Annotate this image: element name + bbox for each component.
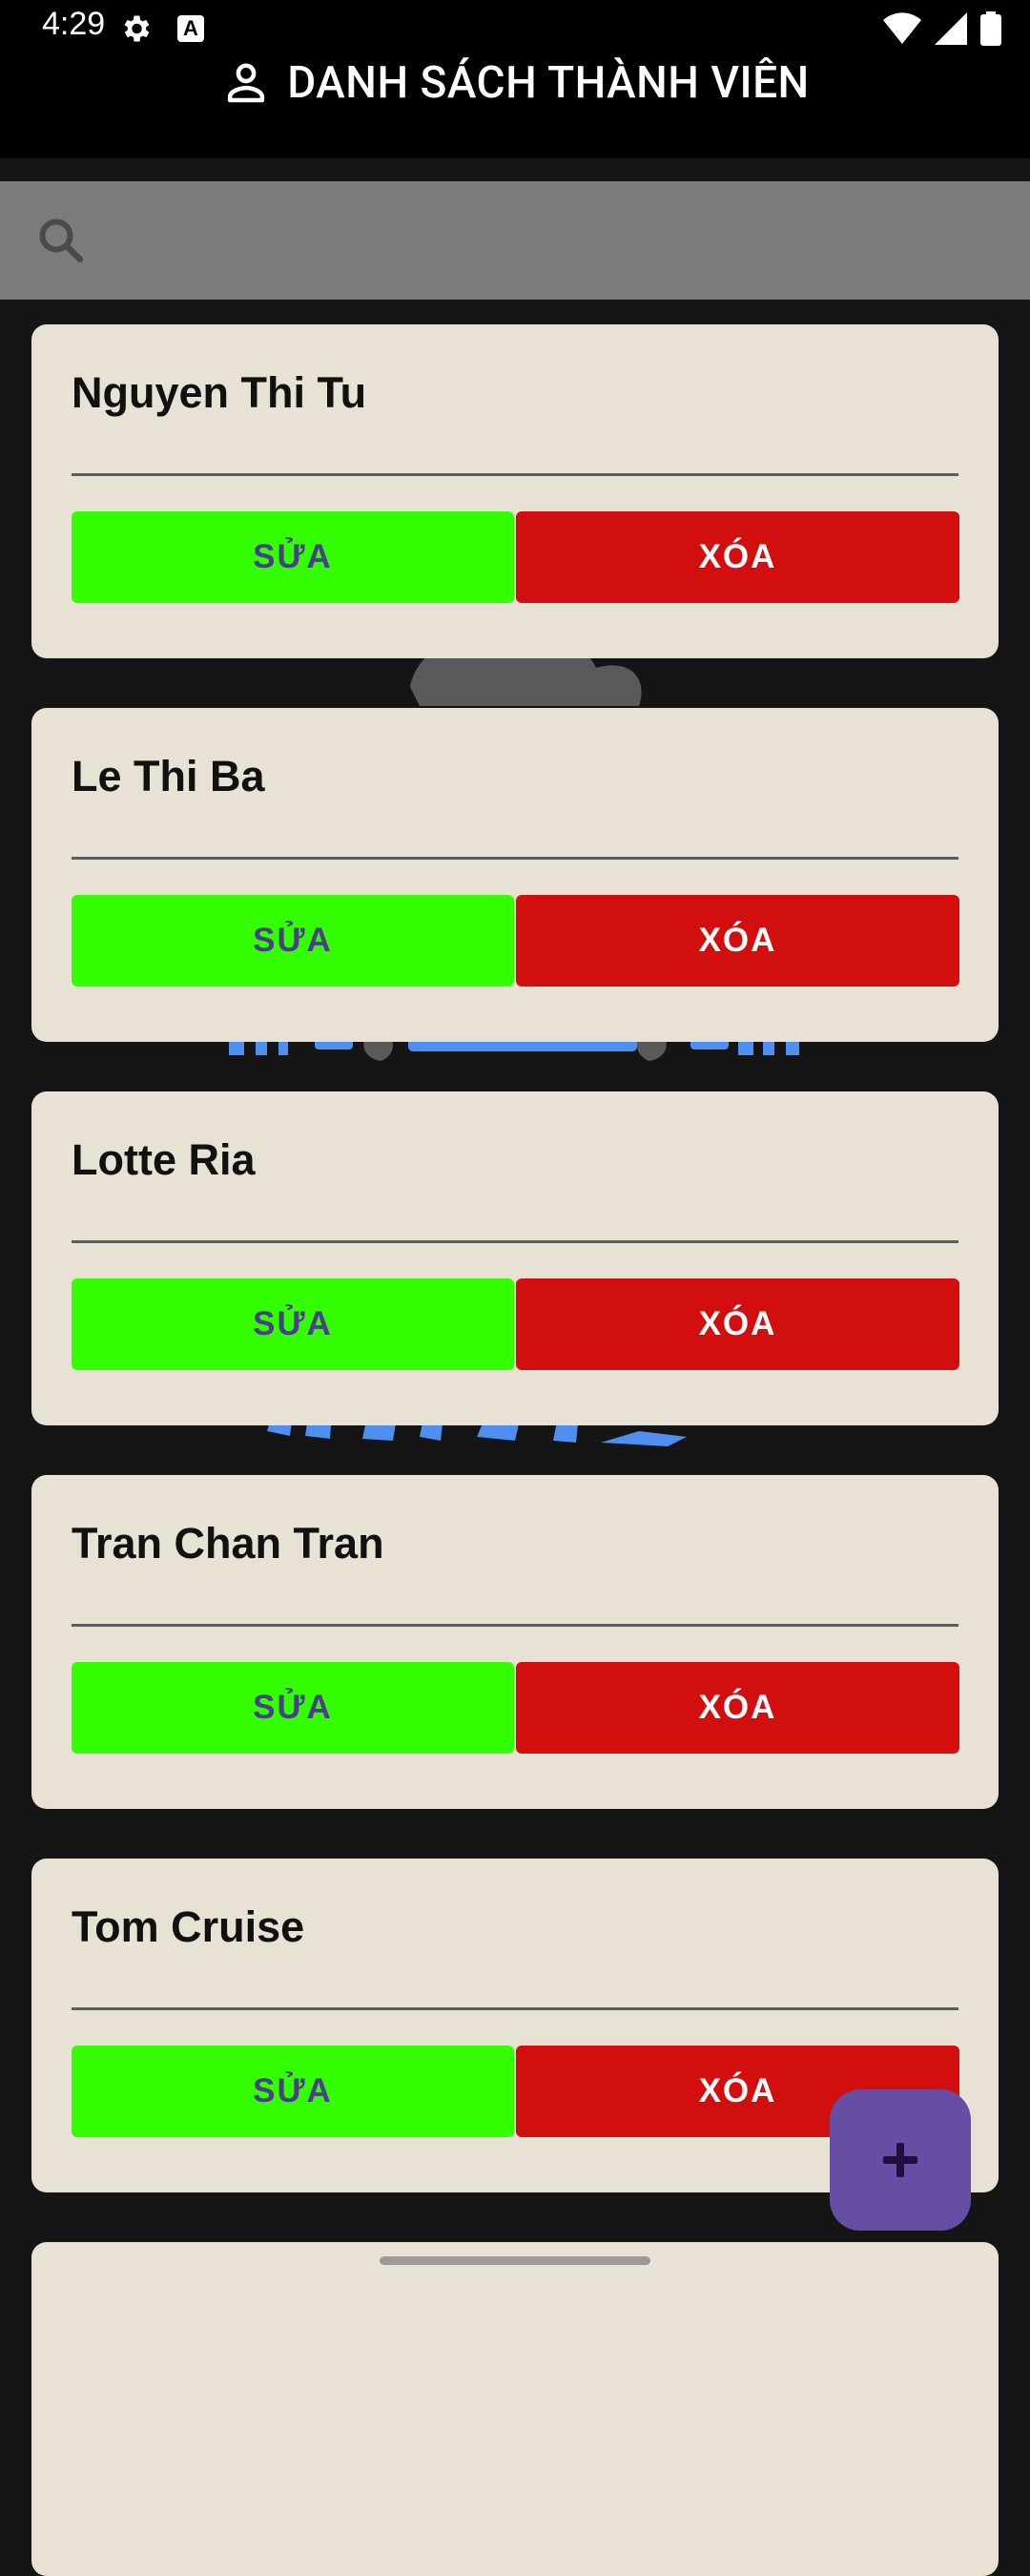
member-name: Le Thi Ba — [72, 752, 265, 800]
edit-button[interactable]: SỬA — [72, 2046, 514, 2137]
status-time: 4:29 — [42, 6, 106, 42]
status-icons — [883, 10, 1001, 48]
member-card: Lotte Ria SỬA XÓA — [31, 1091, 999, 1425]
divider — [72, 1240, 958, 1243]
edit-button[interactable]: SỬA — [72, 1278, 514, 1370]
wifi-icon — [883, 12, 921, 44]
battery-icon — [980, 11, 1001, 46]
divider — [72, 2007, 958, 2010]
keyboard-a-icon: A — [177, 15, 204, 42]
add-member-button[interactable] — [830, 2089, 971, 2231]
edit-button[interactable]: SỬA — [72, 511, 514, 603]
divider — [72, 1624, 958, 1627]
delete-button[interactable]: XÓA — [516, 1662, 959, 1754]
edit-button[interactable]: SỬA — [72, 895, 514, 987]
member-name: Nguyen Thi Tu — [72, 368, 367, 417]
search-input[interactable] — [105, 200, 1005, 282]
search-icon — [39, 218, 84, 263]
member-name: Tran Chan Tran — [72, 1519, 384, 1568]
member-name: Tom Cruise — [72, 1902, 305, 1951]
member-name: Lotte Ria — [72, 1135, 256, 1184]
search-bar[interactable] — [0, 181, 1030, 300]
delete-button[interactable]: XÓA — [516, 511, 959, 603]
divider — [72, 473, 958, 476]
cellular-signal-icon — [935, 12, 967, 45]
edit-button[interactable]: SỬA — [72, 1662, 514, 1754]
app-header: DANH SÁCH THÀNH VIÊN — [0, 57, 1030, 158]
member-card: Tran Chan Tran SỬA XÓA — [31, 1475, 999, 1809]
divider — [72, 857, 958, 860]
member-card-partial — [31, 2242, 999, 2576]
page-title: DANH SÁCH THÀNH VIÊN — [287, 57, 810, 109]
status-bar: 4:29 A — [0, 0, 1030, 57]
member-card: Nguyen Thi Tu SỬA XÓA — [31, 324, 999, 658]
header-title-group: DANH SÁCH THÀNH VIÊN — [0, 57, 1030, 109]
delete-button[interactable]: XÓA — [516, 1278, 959, 1370]
person-icon — [228, 63, 265, 103]
plus-icon — [883, 2143, 917, 2177]
delete-button[interactable]: XÓA — [516, 895, 959, 987]
gesture-nav-bar[interactable] — [380, 2256, 650, 2265]
settings-gear-icon — [124, 15, 150, 42]
member-card: Le Thi Ba SỬA XÓA — [31, 708, 999, 1042]
